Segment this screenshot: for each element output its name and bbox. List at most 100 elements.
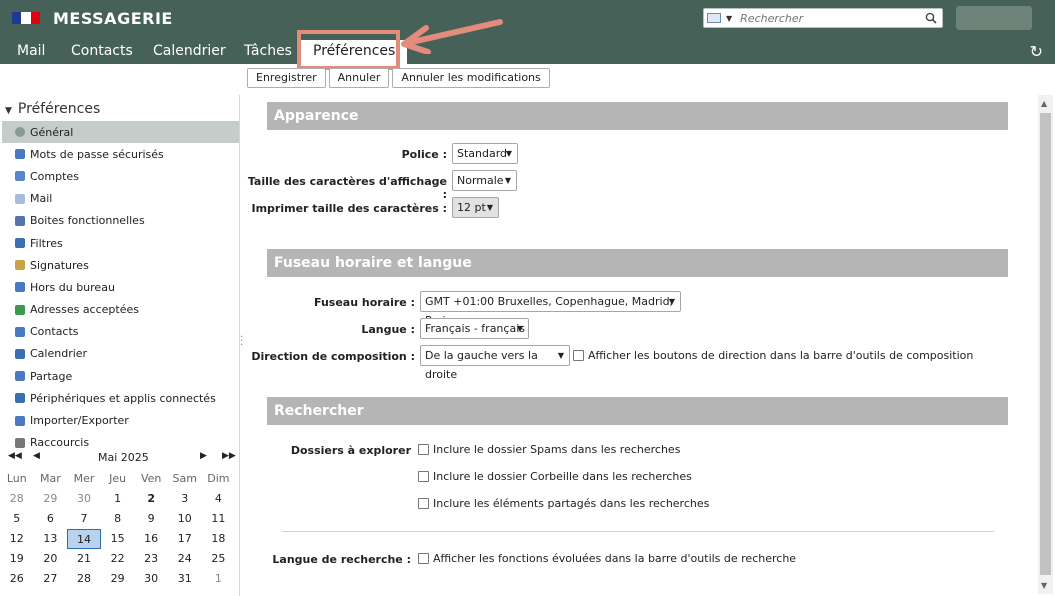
sidebar-item-accepted-addresses[interactable]: Adresses acceptées [0, 299, 240, 321]
chevron-down-icon[interactable]: ▼ [726, 14, 732, 23]
calendar-day[interactable]: 7 [67, 509, 101, 529]
calendar-day[interactable]: 16 [134, 529, 168, 549]
mail-type-icon[interactable] [707, 13, 721, 23]
checkbox-box[interactable] [418, 471, 429, 482]
search-input[interactable] [738, 10, 919, 26]
imprimer-select[interactable]: 12 pt ▼ [452, 197, 499, 218]
calendar-day[interactable]: 18 [202, 529, 236, 549]
calendar-day[interactable]: 1 [101, 489, 135, 509]
cancel-changes-button[interactable]: Annuler les modifications [392, 68, 550, 88]
sidebar-item-accounts[interactable]: Comptes [0, 165, 240, 187]
sidebar-item-label: Signatures [30, 258, 89, 272]
search-box[interactable]: ▼ [703, 8, 943, 28]
sidebar-item-general[interactable]: Général [2, 121, 239, 144]
taille-select[interactable]: Normale ▼ [452, 170, 517, 191]
vertical-scrollbar[interactable]: ▲ ▼ [1038, 95, 1053, 594]
calendar-day[interactable]: 17 [168, 529, 202, 549]
calendar-day[interactable]: 30 [134, 569, 168, 589]
calendar-day[interactable]: 15 [101, 529, 135, 549]
calendar-day[interactable]: 4 [202, 489, 236, 509]
scrollbar-thumb[interactable] [1040, 113, 1051, 575]
sidebar-item-label: Général [30, 125, 74, 139]
direction-select[interactable]: De la gauche vers la droite ▼ [420, 345, 570, 381]
spams-checkbox[interactable]: Inclure le dossier Spams dans les recher… [418, 443, 680, 456]
sidebar-item-passwords[interactable]: Mots de passe sécurisés [0, 143, 240, 165]
user-account-menu[interactable] [956, 6, 1032, 30]
calendar-day[interactable]: 26 [0, 569, 34, 589]
sidebar-item-filters[interactable]: Filtres [0, 232, 240, 254]
calendar-day[interactable]: 31 [168, 569, 202, 589]
sidebar-item-import-export[interactable]: Importer/Exporter [0, 409, 240, 431]
next-month-icon[interactable]: ▶ [200, 451, 207, 461]
calendar-day[interactable]: 20 [34, 549, 68, 569]
checkbox-box[interactable] [418, 498, 429, 509]
calendar-day[interactable]: 29 [101, 569, 135, 589]
tab-calendrier[interactable]: Calendrier [153, 43, 226, 59]
scroll-down-icon[interactable]: ▼ [1041, 581, 1047, 590]
weekday-label: Mer [73, 472, 95, 485]
calendar-day[interactable]: 30 [67, 489, 101, 509]
calendar-day[interactable]: 11 [202, 509, 236, 529]
calendar-day[interactable]: 23 [134, 549, 168, 569]
police-select[interactable]: Standard ▼ [452, 143, 518, 164]
filter-icon [15, 238, 25, 249]
sidebar-item-devices[interactable]: Périphériques et applis connectés [0, 387, 240, 409]
sidebar-item-sharing[interactable]: Partage [0, 365, 240, 387]
fuseau-select[interactable]: GMT +01:00 Bruxelles, Copenhague, Madrid… [420, 291, 681, 327]
calendar-day[interactable]: 27 [34, 569, 68, 589]
prev-month-icon[interactable]: ◀ [33, 451, 40, 461]
sidebar-item-mailboxes[interactable]: Boites fonctionnelles [0, 210, 240, 232]
sidebar-item-signatures[interactable]: Signatures [0, 254, 240, 276]
calendar-day-today[interactable]: 14 [67, 529, 101, 549]
tab-taches[interactable]: Tâches [244, 43, 292, 59]
calendar-day[interactable]: 10 [168, 509, 202, 529]
calendar-day[interactable]: 13 [34, 529, 68, 549]
corbeille-checkbox[interactable]: Inclure le dossier Corbeille dans les re… [418, 470, 692, 483]
calendar-day[interactable]: 22 [101, 549, 135, 569]
calendar-day[interactable]: 12 [0, 529, 34, 549]
out-of-office-icon [15, 282, 25, 293]
langue-select[interactable]: Français - français ▼ [420, 318, 529, 339]
sidebar-header[interactable]: ▼ Préférences [5, 101, 100, 117]
sidebar-item-out-of-office[interactable]: Hors du bureau [0, 276, 240, 298]
calendar-day[interactable]: 5 [0, 509, 34, 529]
collapse-icon[interactable]: ▼ [5, 106, 12, 116]
calendar-day[interactable]: 19 [0, 549, 34, 569]
calendar-day[interactable]: 3 [168, 489, 202, 509]
calendar-day[interactable]: 9 [134, 509, 168, 529]
search-icon[interactable] [925, 12, 937, 24]
partages-checkbox[interactable]: Inclure les éléments partagés dans les r… [418, 497, 709, 510]
scroll-up-icon[interactable]: ▲ [1041, 99, 1047, 108]
mini-calendar: ◀◀ ◀ Mai 2025 ▶ ▶▶ Lun Mar Mer Jeu Ven S… [0, 449, 240, 585]
checkbox-box[interactable] [573, 350, 584, 361]
calendar-day[interactable]: 1 [202, 569, 236, 589]
calendar-day[interactable]: 24 [168, 549, 202, 569]
signature-icon [15, 260, 25, 271]
sidebar-item-contacts[interactable]: Contacts [0, 321, 240, 343]
calendar-day[interactable]: 2 [134, 489, 168, 509]
checkbox-box[interactable] [418, 553, 429, 564]
direction-buttons-checkbox[interactable]: Afficher les boutons de direction dans l… [573, 349, 973, 362]
sidebar-item-calendar[interactable]: Calendrier [0, 343, 240, 365]
save-button[interactable]: Enregistrer [247, 68, 326, 88]
tab-mail[interactable]: Mail [17, 43, 45, 59]
calendar-day[interactable]: 28 [67, 569, 101, 589]
refresh-icon[interactable]: ↻ [1030, 42, 1043, 61]
device-icon [15, 393, 25, 404]
import-export-icon [15, 415, 25, 426]
calendar-day[interactable]: 8 [101, 509, 135, 529]
advanced-search-checkbox[interactable]: Afficher les fonctions évoluées dans la … [418, 552, 796, 565]
calendar-day[interactable]: 29 [34, 489, 68, 509]
prev-year-icon[interactable]: ◀◀ [8, 451, 22, 461]
next-year-icon[interactable]: ▶▶ [222, 451, 236, 461]
calendar-day[interactable]: 25 [202, 549, 236, 569]
calendar-day[interactable]: 21 [67, 549, 101, 569]
calendar-day[interactable]: 28 [0, 489, 34, 509]
tab-contacts[interactable]: Contacts [71, 43, 133, 59]
french-flag-logo [12, 12, 40, 24]
checkbox-box[interactable] [418, 444, 429, 455]
panel-splitter[interactable]: · · · [240, 333, 243, 351]
cancel-button[interactable]: Annuler [328, 68, 390, 88]
sidebar-item-mail[interactable]: Mail [0, 188, 240, 210]
calendar-day[interactable]: 6 [34, 509, 68, 529]
